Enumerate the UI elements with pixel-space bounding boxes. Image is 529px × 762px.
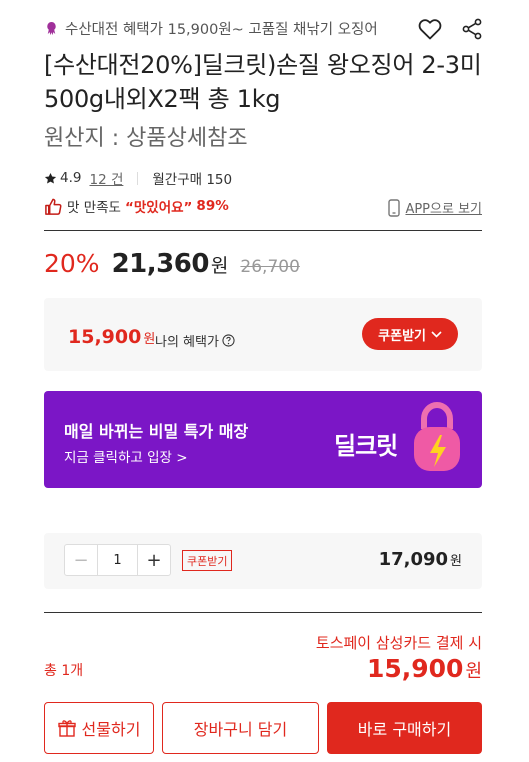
squid-icon bbox=[44, 21, 59, 36]
gift-icon bbox=[57, 720, 76, 737]
add-to-cart-button[interactable]: 장바구니 담기 bbox=[162, 702, 319, 754]
app-view-label: APP으로 보기 bbox=[405, 202, 482, 217]
total-price: 15,900 원 bbox=[367, 654, 482, 683]
benefit-label: 나의 혜택가 bbox=[155, 331, 235, 350]
review-count-link[interactable]: 12 건 bbox=[89, 168, 123, 188]
promo-banner-text: 수산대전 혜택가 15,900원~ 고품질 채낚기 오징어 bbox=[44, 18, 404, 39]
gift-button-label: 선물하기 bbox=[81, 720, 141, 739]
star-icon bbox=[44, 172, 57, 184]
rating-score: 4.9 bbox=[60, 170, 82, 186]
mobile-phone-icon bbox=[388, 198, 401, 217]
benefit-label-text: 나의 혜택가 bbox=[155, 335, 219, 350]
app-view-link[interactable]: APP으로 보기 bbox=[388, 198, 482, 217]
taste-satisfaction: 맛 만족도 “맛있어요” 89% bbox=[44, 196, 229, 216]
taste-value: “맛있어요” bbox=[124, 200, 193, 216]
total-count: 총 1개 bbox=[44, 663, 84, 679]
card-payment-note: 토스페이 삼성카드 결제 시 bbox=[315, 634, 482, 652]
banner-subtitle: 지금 클릭하고 입장 > bbox=[64, 450, 188, 466]
product-title: [수산대전20%]딜크릿)손질 왕오징어 2-3미 500g내외X2팩 총 1k… bbox=[44, 51, 482, 113]
decrease-button[interactable]: − bbox=[65, 545, 97, 575]
rating-row: 4.9 12 건 월간구매 150 bbox=[44, 168, 232, 188]
share-icon[interactable] bbox=[459, 16, 485, 42]
currency-unit: 원 bbox=[450, 554, 462, 569]
item-price: 17,090 원 bbox=[379, 549, 462, 570]
currency-unit: 원 bbox=[210, 255, 229, 277]
thumbs-up-icon bbox=[45, 198, 62, 215]
taste-percent: 89% bbox=[196, 198, 229, 214]
gift-button[interactable]: 선물하기 bbox=[44, 702, 154, 754]
buy-button-label: 바로 구매하기 bbox=[357, 720, 452, 739]
action-bar: 선물하기 장바구니 담기 바로 구매하기 bbox=[44, 702, 482, 754]
quantity-box: − 1 + 쿠폰받기 17,090 원 bbox=[44, 533, 482, 589]
sale-price: 21,360 bbox=[111, 249, 210, 279]
buy-now-button[interactable]: 바로 구매하기 bbox=[327, 702, 482, 754]
product-origin: 원산지 : 상품상세참조 bbox=[44, 126, 248, 151]
divider bbox=[137, 171, 139, 185]
secret-deal-banner[interactable]: 매일 바뀌는 비밀 특가 매장 지금 클릭하고 입장 > 딜크릿 bbox=[44, 391, 482, 488]
cart-button-label: 장바구니 담기 bbox=[193, 720, 288, 739]
total-price-value: 15,900 bbox=[366, 654, 464, 683]
monthly-purchase: 월간구매 150 bbox=[152, 172, 233, 188]
currency-unit: 원 bbox=[465, 661, 482, 682]
currency-unit: 원 bbox=[143, 332, 156, 347]
increase-button[interactable]: + bbox=[138, 545, 170, 575]
price-row: 20% 21,360 원 26,700 bbox=[44, 249, 300, 279]
benefit-price-box: 15,900 원 나의 혜택가 쿠폰받기 bbox=[44, 298, 482, 371]
coupon-tag[interactable]: 쿠폰받기 bbox=[182, 550, 233, 571]
quantity-value[interactable]: 1 bbox=[97, 545, 138, 575]
heart-icon[interactable] bbox=[417, 16, 443, 42]
taste-label: 맛 만족도 bbox=[67, 200, 121, 216]
coupon-button-label: 쿠폰받기 bbox=[378, 327, 426, 343]
dealcrit-logo: 딜크릿 bbox=[334, 432, 398, 460]
promo-text: 수산대전 혜택가 15,900원~ 고품질 채낚기 오징어 bbox=[65, 22, 378, 38]
item-price-value: 17,090 bbox=[378, 549, 449, 570]
discount-rate: 20% bbox=[44, 249, 100, 278]
benefit-price: 15,900 원 bbox=[68, 326, 155, 348]
coupon-download-button[interactable]: 쿠폰받기 bbox=[362, 318, 458, 350]
help-icon[interactable] bbox=[222, 334, 235, 347]
original-price: 26,700 bbox=[240, 257, 300, 277]
chevron-down-icon bbox=[431, 330, 442, 338]
banner-title: 매일 바뀌는 비밀 특가 매장 bbox=[64, 422, 249, 441]
lock-icon bbox=[414, 401, 460, 471]
quantity-stepper: − 1 + bbox=[64, 544, 171, 576]
divider bbox=[44, 230, 482, 231]
divider bbox=[44, 612, 482, 613]
benefit-price-value: 15,900 bbox=[68, 326, 142, 348]
